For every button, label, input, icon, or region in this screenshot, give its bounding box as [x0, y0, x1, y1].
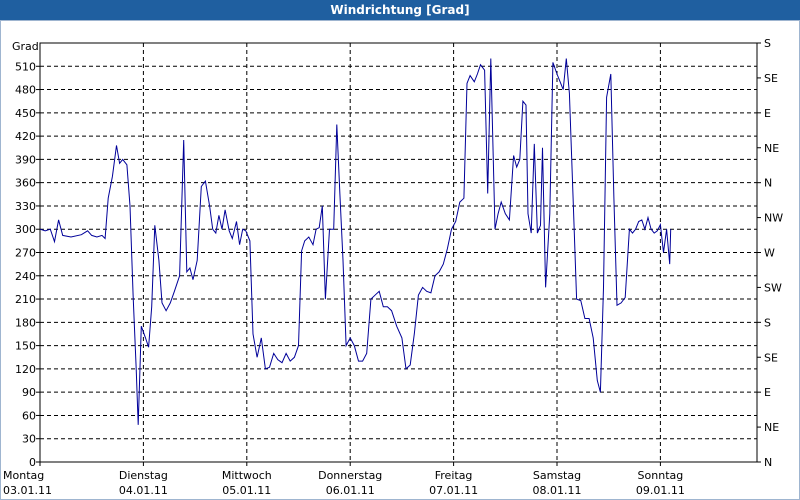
- x-tick-day-3: Donnerstag: [318, 469, 382, 482]
- grid-lines: [40, 43, 757, 462]
- compass-tick-label-5: SW: [764, 281, 782, 294]
- y-tick-label-360: 360: [15, 177, 36, 190]
- compass-tick-label-11: SE: [764, 72, 778, 85]
- compass-tick-label-4: S: [764, 316, 771, 329]
- x-tick-date-1: 04.01.11: [119, 484, 168, 497]
- compass-tick-label-6: W: [764, 247, 775, 260]
- compass-tick-label-10: E: [764, 107, 771, 120]
- x-tick-date-0: 03.01.11: [3, 484, 52, 497]
- wind-direction-chart: Grad 0 30 60 90 120 150 180 210 240 270 300 330 360 3…: [3, 37, 783, 497]
- y-axis-ticks: 0 30 60 90 120 150 180 210 240 270 300 330 360 390 420…: [15, 60, 40, 469]
- compass-tick-label-9: NE: [764, 142, 779, 155]
- x-tick-day-1: Dienstag: [119, 469, 168, 482]
- x-tick-day-6: Sonntag: [638, 469, 684, 482]
- x-tick-day-2: Mittwoch: [222, 469, 272, 482]
- x-tick-date-2: 05.01.11: [222, 484, 271, 497]
- y-tick-label-510: 510: [15, 60, 36, 73]
- x-tick-day-4: Freitag: [435, 469, 473, 482]
- compass-axis-ticks: N NE E SE S SW W NW N NE E SE S: [757, 37, 783, 469]
- compass-tick-label-7: NW: [764, 212, 783, 225]
- y-tick-label-240: 240: [15, 270, 36, 283]
- x-tick-date-5: 08.01.11: [533, 484, 582, 497]
- x-tick-day-0: Montag: [3, 469, 44, 482]
- compass-tick-label-12: S: [764, 37, 771, 50]
- compass-tick-label-1: NE: [764, 421, 779, 434]
- x-axis-ticks: Montag 03.01.11 Dienstag 04.01.11 Mittwoch 05…: [3, 462, 685, 497]
- y-tick-label-180: 180: [15, 316, 36, 329]
- y-tick-label-330: 330: [15, 200, 36, 213]
- y-tick-label-90: 90: [22, 386, 36, 399]
- y-tick-label-60: 60: [22, 409, 36, 422]
- y-tick-label-150: 150: [15, 340, 36, 353]
- y-tick-label-120: 120: [15, 363, 36, 376]
- compass-tick-label-3: SE: [764, 351, 778, 364]
- compass-tick-label-2: E: [764, 386, 771, 399]
- y-tick-label-0: 0: [29, 456, 36, 469]
- y-tick-label-450: 450: [15, 107, 36, 120]
- x-tick-date-4: 07.01.11: [429, 484, 478, 497]
- y-tick-label-390: 390: [15, 153, 36, 166]
- y-tick-label-300: 300: [15, 223, 36, 236]
- compass-tick-label-8: N: [764, 177, 772, 190]
- y-tick-label-30: 30: [22, 433, 36, 446]
- x-tick-day-5: Samstag: [533, 469, 581, 482]
- y-axis-unit-label: Grad: [12, 40, 39, 53]
- y-tick-label-480: 480: [15, 84, 36, 97]
- y-tick-label-270: 270: [15, 247, 36, 260]
- series-line-wind-direction: [39, 58, 672, 425]
- y-tick-label-420: 420: [15, 130, 36, 143]
- compass-tick-label-0: N: [764, 456, 772, 469]
- x-tick-date-6: 09.01.11: [636, 484, 685, 497]
- x-tick-date-3: 06.01.11: [326, 484, 375, 497]
- y-tick-label-210: 210: [15, 293, 36, 306]
